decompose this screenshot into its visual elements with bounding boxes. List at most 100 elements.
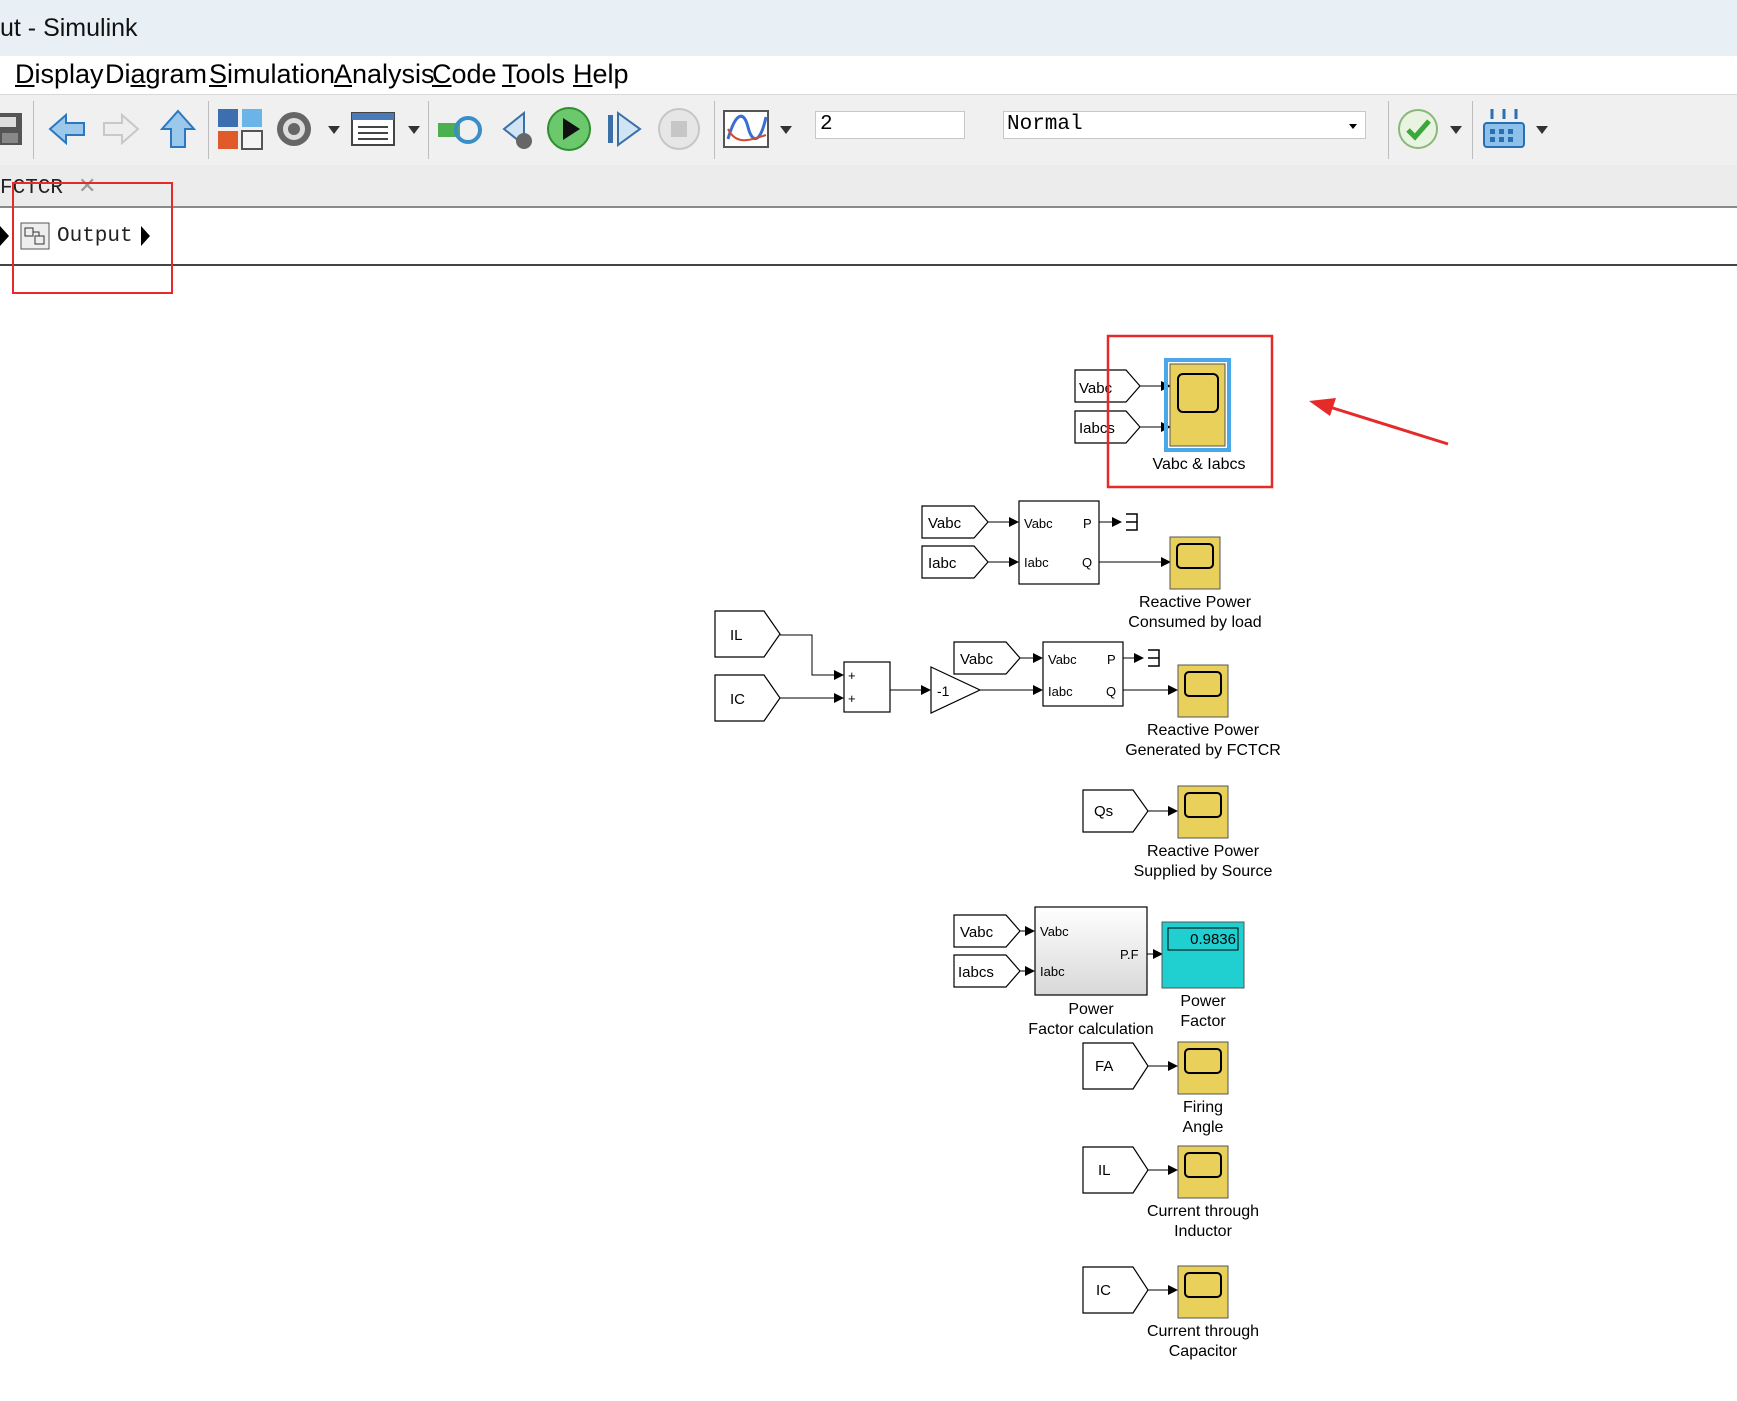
stop-time-input[interactable]: 2	[815, 111, 965, 139]
stop-icon[interactable]	[656, 105, 702, 153]
svg-text:IL: IL	[1098, 1162, 1111, 1179]
toolbar-separator	[1472, 101, 1473, 159]
toolbar-separator	[428, 101, 429, 159]
display-label-1: Power	[1180, 993, 1226, 1010]
simulation-mode-value: Normal	[1007, 113, 1083, 136]
menu-analysis[interactable]: Analysis	[334, 59, 435, 90]
from-tag-vabc-3[interactable]: Vabc	[953, 641, 1021, 675]
breadcrumb-arrow-icon[interactable]	[0, 226, 10, 246]
scope-block-load[interactable]	[1169, 536, 1221, 590]
menu-diagram[interactable]: Diagram	[105, 59, 207, 90]
pq-measurement-block-fctcr[interactable]: Vabc Iabc P Q	[1042, 641, 1124, 707]
from-tag-il-2[interactable]: IL	[1082, 1146, 1149, 1194]
svg-text:IC: IC	[730, 691, 745, 708]
scope-block-inductor[interactable]	[1177, 1145, 1229, 1199]
library-browser-icon[interactable]	[216, 105, 264, 153]
step-refresh-icon[interactable]	[436, 105, 484, 153]
menu-code[interactable]: Code	[432, 59, 497, 90]
svg-text:Vabc: Vabc	[1048, 652, 1077, 667]
svg-text:Vabc: Vabc	[928, 515, 962, 532]
chevron-down-icon[interactable]	[408, 126, 420, 134]
run-icon[interactable]	[545, 105, 593, 153]
from-tag-fa[interactable]: FA	[1082, 1042, 1149, 1090]
svg-text:+: +	[848, 691, 856, 706]
svg-text:Iabc: Iabc	[1040, 964, 1065, 979]
annotation-arrow	[1309, 398, 1449, 446]
from-tag-qs[interactable]: Qs	[1082, 789, 1149, 833]
scope-block-firing-angle[interactable]	[1177, 1041, 1229, 1095]
scope-block-capacitor[interactable]	[1177, 1265, 1229, 1319]
hardware-icon[interactable]	[1480, 105, 1528, 153]
from-tag-iabcs-2[interactable]: Iabcs	[953, 954, 1021, 988]
model-settings-icon[interactable]	[272, 105, 316, 153]
toolbar: 2 Normal	[0, 94, 1737, 166]
signal-line[interactable]	[780, 634, 844, 680]
scope-label-firing-2: Angle	[1183, 1119, 1224, 1136]
menu-simulation[interactable]: Simulation	[209, 59, 335, 90]
menu-help[interactable]: Help	[573, 59, 629, 90]
scope-label-fctcr-2: Generated by FCTCR	[1125, 742, 1281, 759]
scope-icon[interactable]	[722, 105, 770, 153]
scope-block-vabc-iabcs[interactable]	[1164, 358, 1231, 452]
scope-label-vabc-iabcs: Vabc & Iabcs	[1152, 456, 1245, 473]
terminator-icon[interactable]	[1148, 649, 1160, 667]
up-arrow-icon[interactable]	[158, 105, 198, 153]
forward-arrow-icon[interactable]	[100, 105, 142, 153]
svg-text:Iabcs: Iabcs	[1079, 420, 1115, 437]
from-tag-vabc-4[interactable]: Vabc	[953, 914, 1021, 948]
svg-text:FA: FA	[1095, 1058, 1113, 1075]
toolbar-separator	[1388, 101, 1389, 159]
svg-text:Vabc: Vabc	[960, 924, 994, 941]
scope-label-inductor-2: Inductor	[1174, 1223, 1232, 1240]
svg-text:IL: IL	[730, 627, 743, 644]
svg-text:Iabc: Iabc	[928, 555, 957, 572]
save-icon[interactable]	[0, 105, 26, 153]
svg-text:Iabc: Iabc	[1048, 684, 1073, 699]
diagram-canvas[interactable]: Vabc Iabcs Vabc & Iabcs Vabc Iabc Vabc I…	[0, 266, 1737, 1401]
svg-text:Q: Q	[1082, 555, 1092, 570]
from-tag-ic-1[interactable]: IC	[714, 674, 781, 722]
from-tag-ic-2[interactable]: IC	[1082, 1266, 1149, 1314]
chevron-down-icon[interactable]	[780, 126, 792, 134]
scope-label-source-1: Reactive Power	[1147, 843, 1260, 860]
svg-text:-1: -1	[937, 683, 950, 699]
terminator-icon[interactable]	[1126, 513, 1138, 531]
toolbar-separator	[208, 101, 209, 159]
svg-text:Qs: Qs	[1094, 803, 1113, 820]
back-arrow-icon[interactable]	[46, 105, 88, 153]
power-factor-value: 0.9836	[1190, 931, 1236, 948]
from-tag-il-1[interactable]: IL	[714, 610, 781, 658]
menu-tools[interactable]: Tools	[502, 59, 565, 90]
svg-text:+: +	[848, 668, 856, 683]
svg-text:Vabc: Vabc	[1024, 516, 1053, 531]
from-tag-vabc-2[interactable]: Vabc	[921, 505, 989, 539]
scope-block-source[interactable]	[1177, 785, 1229, 839]
pq-measurement-block-load[interactable]: Vabc Iabc P Q	[1018, 500, 1100, 585]
step-back-icon[interactable]	[494, 105, 538, 153]
svg-text:Iabcs: Iabcs	[958, 964, 994, 981]
pf-calc-label-1: Power	[1068, 1001, 1114, 1018]
from-tag-iabc-2[interactable]: Iabc	[921, 545, 989, 579]
scope-label-firing-1: Firing	[1183, 1099, 1223, 1116]
display-block-power-factor[interactable]: 0.9836	[1161, 921, 1245, 989]
step-forward-icon[interactable]	[604, 105, 644, 153]
scope-label-inductor-1: Current through	[1147, 1203, 1259, 1220]
menu-display[interactable]: Display	[15, 59, 104, 90]
chevron-down-icon[interactable]	[1536, 126, 1548, 134]
sum-block[interactable]: + +	[843, 661, 891, 713]
breadcrumb: Output	[0, 208, 1737, 266]
simulation-mode-select[interactable]: Normal	[1003, 111, 1366, 139]
scope-label-source-2: Supplied by Source	[1134, 863, 1273, 880]
svg-text:P.F: P.F	[1120, 947, 1139, 962]
scope-label-capacitor-1: Current through	[1147, 1323, 1259, 1340]
model-explorer-icon[interactable]	[350, 105, 396, 153]
check-icon[interactable]	[1396, 105, 1440, 153]
svg-text:Vabc: Vabc	[960, 651, 994, 668]
window-title: ut - Simulink	[0, 14, 138, 42]
scope-block-fctcr[interactable]	[1177, 664, 1229, 718]
svg-text:Iabc: Iabc	[1024, 555, 1049, 570]
power-factor-calculation-block[interactable]: Vabc Iabc P.F	[1034, 906, 1148, 996]
chevron-down-icon[interactable]	[1450, 126, 1462, 134]
model-tab-bar: FCTCR ✕	[0, 165, 1737, 208]
chevron-down-icon[interactable]	[328, 126, 340, 134]
